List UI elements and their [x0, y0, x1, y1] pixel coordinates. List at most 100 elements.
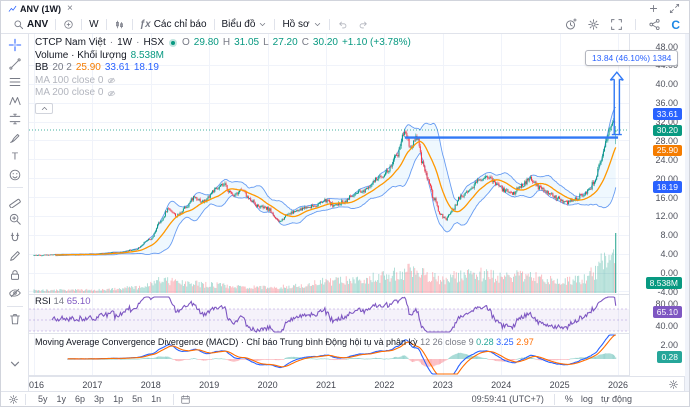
symbol-search-button[interactable]: ANV	[8, 19, 53, 30]
range-5y-button[interactable]: 5y	[38, 394, 48, 404]
main-legend: CTCP Nam Việt · 1W · HSX O29.80 H31.05 L…	[35, 37, 411, 114]
range-3p-button[interactable]: 3p	[94, 394, 104, 404]
trendline-tool-icon[interactable]	[8, 57, 22, 71]
emoji-tool-icon[interactable]	[8, 168, 22, 182]
ruler-tool-icon[interactable]	[8, 194, 22, 208]
hide-drawings-tool-icon[interactable]	[8, 286, 22, 300]
macd-legend-row[interactable]: Moving Average Convergence Divergence (M…	[35, 337, 534, 347]
price-badge: 25.90	[653, 145, 682, 157]
drawing-toolbar	[1, 33, 29, 391]
market-open-dot	[171, 41, 175, 45]
chart-pane[interactable]: CTCP Nam Việt · 1W · HSX O29.80 H31.05 L…	[29, 31, 629, 376]
interval-button[interactable]: W	[84, 19, 103, 30]
fib-tool-icon[interactable]	[8, 75, 22, 89]
axis-tick-label: 12.00	[655, 211, 678, 221]
axis-tick-label: 16.00	[655, 193, 678, 203]
time-axis-label: 2017	[78, 380, 106, 390]
macd-signal-value: 2.97	[516, 337, 534, 347]
zoom-tool-icon[interactable]	[8, 212, 22, 226]
go-to-date-calendar-icon[interactable]	[180, 394, 191, 405]
collapse-legend-button[interactable]	[35, 103, 53, 114]
change-value: +1.10 (+3.78%)	[342, 37, 411, 50]
auto-scale-button[interactable]: tự động	[601, 394, 632, 404]
gear-icon[interactable]	[587, 18, 600, 31]
quick-settings-gear-icon[interactable]	[8, 394, 19, 405]
divider	[55, 19, 56, 30]
axis-settings-gear-icon[interactable]	[668, 379, 679, 390]
draw-tool-icon[interactable]	[8, 249, 22, 263]
price-badge: 65.10	[653, 306, 682, 318]
bb-legend-row[interactable]: BB 20 2 25.90 33.61 18.19	[35, 62, 411, 75]
share-icon[interactable]	[648, 18, 661, 31]
compare-button[interactable]	[58, 19, 79, 30]
range-5n-button[interactable]: 5n	[132, 394, 142, 404]
divider	[214, 19, 215, 30]
divider	[25, 394, 26, 405]
alert-clock-icon[interactable]	[564, 18, 577, 31]
legend-exchange: HSX	[143, 37, 164, 50]
bb-basis-value: 25.90	[76, 62, 101, 75]
eye-off-icon[interactable]	[107, 76, 116, 85]
time-axis-label: 2024	[487, 380, 515, 390]
bottom-toolbar: 5y1y6p3p1p5n1n 09:59:41 (UTC+7) % log tự…	[1, 391, 689, 406]
crosshair-tool-icon[interactable]	[8, 38, 22, 52]
axis-tick-label: 8.00	[660, 230, 678, 240]
log-scale-button[interactable]: log	[581, 394, 593, 404]
fullscreen-icon[interactable]	[610, 18, 623, 31]
ma100-legend-row[interactable]: MA 100 close 0	[35, 75, 411, 88]
profile-label: Hồ sơ	[282, 19, 309, 30]
projection-tool-icon[interactable]	[8, 112, 22, 126]
undo-icon	[337, 19, 348, 30]
symbol-legend-row[interactable]: CTCP Nam Việt · 1W · HSX O29.80 H31.05 L…	[35, 37, 411, 50]
chevron-up-icon	[40, 104, 49, 113]
magnet-tool-icon[interactable]	[8, 231, 22, 245]
percent-scale-button[interactable]: %	[565, 394, 573, 404]
range-1y-button[interactable]: 1y	[57, 394, 67, 404]
legend-interval: 1W	[117, 37, 132, 50]
price-axis[interactable]: 48.0044.0040.0036.0032.0028.0024.0020.00…	[629, 31, 685, 376]
ma200-legend-row[interactable]: MA 200 close 0	[35, 87, 411, 100]
volume-legend-row[interactable]: Volume · Khối lượng 8.538M	[35, 50, 411, 63]
trash-icon[interactable]	[8, 312, 22, 326]
brush-tool-icon[interactable]	[8, 131, 22, 145]
indicators-label: Các chỉ báo	[154, 19, 207, 30]
new-tab-icon[interactable]	[648, 3, 659, 14]
range-1p-button[interactable]: 1p	[113, 394, 123, 404]
time-axis-label: 2025	[546, 380, 574, 390]
divider	[329, 19, 330, 30]
profile-menu-button[interactable]: Hồ sơ	[277, 19, 326, 30]
open-value: 29.80	[194, 37, 219, 50]
collapse-toolbar-icon[interactable]	[8, 357, 22, 371]
chart-menu-label: Biểu đồ	[222, 19, 256, 30]
low-value: 27.20	[273, 37, 298, 50]
expand-tabs-icon[interactable]	[669, 3, 680, 14]
top-toolbar: ANV W ƒx Các chỉ báo Biểu đồ Hồ sơ	[1, 16, 689, 34]
tab-strip: ANV (1W) ×	[1, 1, 689, 17]
lock-tool-icon[interactable]	[8, 268, 22, 282]
price-badge: 33.61	[653, 108, 682, 120]
eye-off-icon[interactable]	[107, 89, 116, 98]
range-1n-button[interactable]: 1n	[151, 394, 161, 404]
time-axis[interactable]: 2016201720182019202020212022202320242025…	[29, 376, 629, 392]
close-value: 30.20	[313, 37, 338, 50]
axis-corner	[629, 376, 684, 391]
chart-menu-button[interactable]: Biểu đồ	[217, 19, 273, 30]
price-badge: 18.19	[653, 181, 682, 193]
pattern-tool-icon[interactable]	[8, 94, 22, 108]
indicators-button[interactable]: ƒx Các chỉ báo	[135, 19, 212, 30]
range-6p-button[interactable]: 6p	[75, 394, 85, 404]
time-axis-label: 2021	[312, 380, 340, 390]
price-badge: 30.20	[653, 125, 682, 137]
tab-anv-1w[interactable]: ANV (1W) ×	[1, 4, 80, 14]
divider	[81, 19, 82, 30]
tab-close-icon[interactable]: ×	[67, 4, 73, 13]
app-logo[interactable]: C	[671, 19, 680, 31]
rsi-legend-row[interactable]: RSI 14 65.10	[35, 296, 90, 307]
undo-button[interactable]	[332, 19, 353, 30]
chart-type-button[interactable]	[109, 19, 130, 30]
search-icon	[13, 19, 24, 30]
price-range-label[interactable]: 13.84 (46.10%) 1384	[585, 50, 678, 66]
redo-button[interactable]	[353, 19, 374, 30]
macd-line-value: 3.25	[496, 337, 514, 347]
text-tool-icon[interactable]	[8, 149, 22, 163]
